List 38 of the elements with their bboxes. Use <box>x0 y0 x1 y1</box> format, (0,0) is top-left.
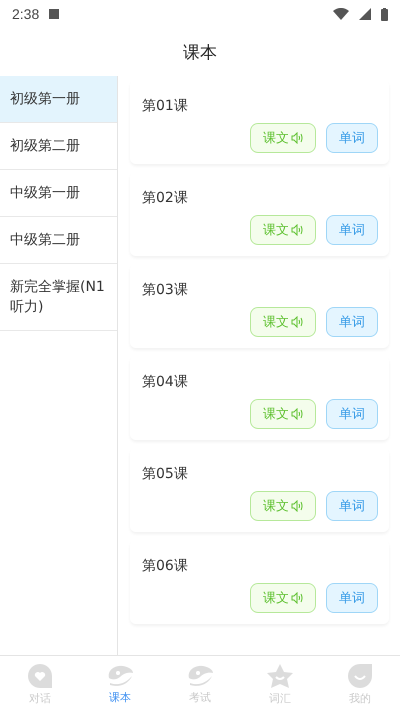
notification-icon <box>49 9 60 19</box>
words-button[interactable]: 单词 <box>326 215 378 245</box>
speaker-icon <box>291 132 303 144</box>
star-icon <box>266 662 294 688</box>
tab[interactable]: 课本 <box>80 656 160 712</box>
words-button[interactable]: 单词 <box>326 123 378 153</box>
speaker-icon <box>291 224 303 236</box>
words-button[interactable]: 单词 <box>326 307 378 337</box>
text-button[interactable]: 课文 <box>250 307 316 337</box>
text-button[interactable]: 课文 <box>250 583 316 613</box>
page-title: 课本 <box>183 42 217 64</box>
text-button[interactable]: 课文 <box>250 399 316 429</box>
wifi-icon <box>333 8 349 20</box>
speaker-icon <box>291 592 303 604</box>
sidebar-item[interactable]: 初级第一册 <box>0 76 117 123</box>
heart-icon <box>27 662 53 688</box>
lesson-title: 第03课 <box>142 281 188 299</box>
speaker-icon <box>291 500 303 512</box>
signal-icon <box>359 8 371 20</box>
words-button[interactable]: 单词 <box>326 491 378 521</box>
battery-icon <box>381 8 388 20</box>
words-button[interactable]: 单词 <box>326 583 378 613</box>
chat-bubble-icon <box>106 664 134 688</box>
chat-bubble-icon <box>186 664 214 688</box>
text-button[interactable]: 课文 <box>250 123 316 153</box>
speaker-icon <box>291 408 303 420</box>
lesson-title: 第06课 <box>142 557 188 575</box>
text-button[interactable]: 课文 <box>250 491 316 521</box>
words-button[interactable]: 单词 <box>326 399 378 429</box>
tab-label: 课本 <box>109 690 131 704</box>
smile-icon <box>347 662 373 688</box>
speaker-icon <box>291 316 303 328</box>
status-time: 2:38 <box>12 6 40 22</box>
lesson-title: 第05课 <box>142 465 188 483</box>
lesson-title: 第04课 <box>142 373 188 391</box>
lesson-title: 第01课 <box>142 97 188 115</box>
text-button[interactable]: 课文 <box>250 215 316 245</box>
lesson-title: 第02课 <box>142 189 188 207</box>
